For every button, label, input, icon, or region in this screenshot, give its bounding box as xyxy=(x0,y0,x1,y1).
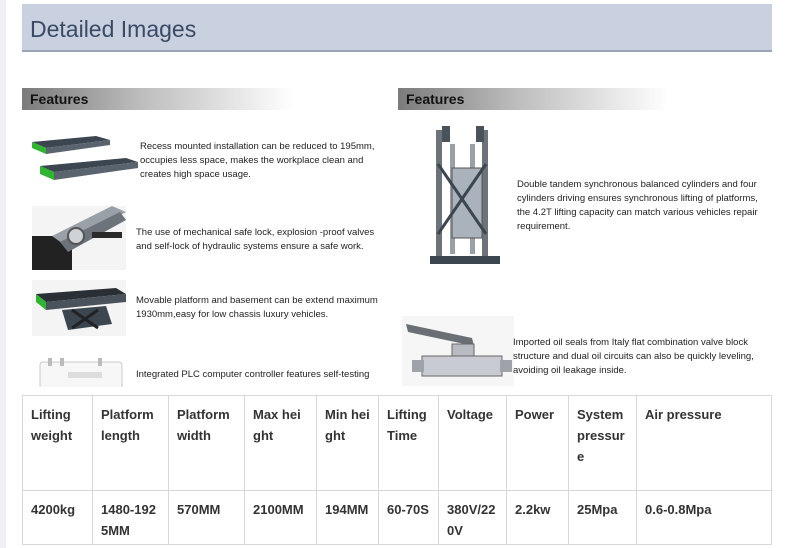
platform-lift-icon xyxy=(32,136,138,180)
feature-text: The use of mechanical safe lock, explosi… xyxy=(136,227,375,252)
section-header: Detailed Images xyxy=(22,4,772,52)
plc-controller-icon xyxy=(39,358,123,387)
table-row: 4200kg 1480-1925MM 570MM 2100MM 194MM 60… xyxy=(22,490,772,545)
table-header-cell: Min height xyxy=(316,395,379,491)
feature-text: Integrated PLC computer controller featu… xyxy=(136,369,370,380)
feature-text: Movable platform and basement can be ext… xyxy=(136,295,378,320)
table-header-cell: Max height xyxy=(244,395,317,491)
features-title-right: Features xyxy=(406,91,465,107)
table-header-cell: System pressure xyxy=(568,395,637,491)
valve-icon xyxy=(402,316,514,386)
features-panel: Recess mounted installation can be reduc… xyxy=(22,110,772,387)
table-header-cell: Platform width xyxy=(168,395,245,491)
table-cell: 1480-1925MM xyxy=(92,490,169,545)
table-header-cell: Power xyxy=(506,395,569,491)
feature-text: Double tandem synchronous balanced cylin… xyxy=(517,179,758,232)
table-cell: 380V/220V xyxy=(438,490,507,545)
table-header-cell: Platform length xyxy=(92,395,169,491)
spec-table: Lifting weight Platform length Platform … xyxy=(22,395,772,545)
table-cell: 0.6-0.8Mpa xyxy=(636,490,772,545)
left-border xyxy=(0,0,6,548)
cylinder-frame-icon xyxy=(430,126,500,264)
feature-text: Recess mounted installation can be reduc… xyxy=(140,141,375,180)
table-cell: 570MM xyxy=(168,490,245,545)
section-title: Detailed Images xyxy=(30,16,197,42)
safe-lock-icon xyxy=(32,206,126,270)
table-cell: 60-70S xyxy=(378,490,439,545)
table-cell: 25Mpa xyxy=(568,490,637,545)
table-header-cell: Lifting Time xyxy=(378,395,439,491)
table-header-cell: Voltage xyxy=(438,395,507,491)
movable-platform-icon xyxy=(32,280,126,336)
table-cell: 2100MM xyxy=(244,490,317,545)
table-cell: 194MM xyxy=(316,490,379,545)
features-title-left: Features xyxy=(30,91,89,107)
features-bar-left: Features xyxy=(22,88,362,110)
table-header-row: Lifting weight Platform length Platform … xyxy=(22,395,772,491)
table-cell: 4200kg xyxy=(22,490,93,545)
features-bar-right: Features xyxy=(398,88,736,110)
table-header-cell: Air pressure xyxy=(636,395,772,491)
table-cell: 2.2kw xyxy=(506,490,569,545)
table-header-cell: Lifting weight xyxy=(22,395,93,491)
feature-text: Imported oil seals from Italy flat combi… xyxy=(513,337,754,376)
